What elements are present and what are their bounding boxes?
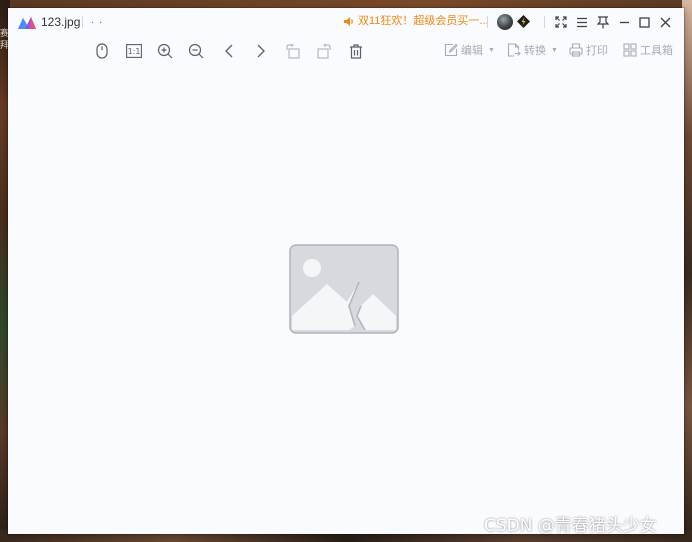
vip-badge-icon[interactable] [516, 14, 531, 29]
caret-down-icon: ▼ [551, 46, 558, 54]
maximize-button[interactable] [635, 13, 653, 31]
title-bar[interactable]: 123.jpg . . 双11狂欢！超级会员买一... [8, 8, 684, 36]
close-icon [660, 17, 670, 27]
convert-label: 转换 [524, 45, 546, 57]
edit-icon [444, 43, 458, 57]
delete-button[interactable] [346, 41, 366, 61]
chevron-left-icon [225, 44, 233, 58]
title-divider [544, 16, 545, 28]
image-placeholder-icon [289, 244, 399, 334]
fullscreen-icon [555, 16, 567, 28]
menu-button[interactable] [573, 13, 591, 31]
promo-banner[interactable]: 双11狂欢！超级会员买一... [343, 14, 489, 29]
title-divider [487, 16, 488, 28]
avatar[interactable] [497, 14, 513, 30]
caret-down-icon: ▼ [488, 46, 495, 54]
rotate-right-icon [317, 43, 331, 59]
printer-icon [569, 43, 583, 57]
next-image-button[interactable] [251, 41, 271, 61]
image-viewer-window: 123.jpg . . 双11狂欢！超级会员买一... 1:1 编辑 ▼ 转换 … [8, 8, 684, 534]
watermark-text: CSDN @青春猪头少女 [484, 516, 657, 536]
convert-menu[interactable]: 转换 ▼ [507, 42, 558, 58]
convert-icon [507, 43, 521, 57]
svg-text:1:1: 1:1 [128, 47, 141, 56]
edit-menu[interactable]: 编辑 ▼ [444, 42, 495, 58]
zoom-out-button[interactable] [186, 41, 206, 61]
mouse-mode-button[interactable] [92, 41, 112, 61]
file-name: 123.jpg [41, 15, 81, 29]
close-button[interactable] [656, 13, 674, 31]
zoom-in-icon [157, 43, 173, 59]
previous-image-button[interactable] [219, 41, 239, 61]
app-logo-icon [18, 17, 36, 29]
actual-size-icon: 1:1 [126, 44, 142, 58]
chevron-right-icon [257, 44, 265, 58]
mouse-icon [96, 43, 108, 59]
promo-text: 双11狂欢！超级会员买一... [358, 15, 489, 27]
zoom-out-icon [188, 43, 204, 59]
title-divider [82, 16, 83, 28]
hamburger-menu-icon [577, 17, 587, 27]
fullscreen-button[interactable] [552, 13, 570, 31]
zoom-in-button[interactable] [155, 41, 175, 61]
minimize-button[interactable] [615, 13, 633, 31]
print-label: 打印 [586, 45, 608, 57]
rotate-left-button[interactable] [283, 41, 303, 61]
toolbox-label: 工具箱 [640, 45, 673, 57]
rotate-right-button[interactable] [314, 41, 334, 61]
speaker-icon [343, 16, 355, 27]
tab-indicator[interactable]: . . [91, 14, 103, 26]
minimize-icon [619, 21, 629, 23]
maximize-icon [638, 16, 650, 28]
edit-label: 编辑 [461, 45, 483, 57]
pin-icon [597, 15, 609, 28]
rotate-left-icon [286, 43, 300, 59]
pin-button[interactable] [594, 13, 612, 31]
toolbox-button[interactable]: 工具箱 [623, 42, 673, 58]
actual-size-button[interactable]: 1:1 [124, 41, 144, 61]
print-button[interactable]: 打印 [569, 42, 608, 58]
grid-toolbox-icon [623, 43, 637, 57]
trash-icon [350, 43, 362, 59]
